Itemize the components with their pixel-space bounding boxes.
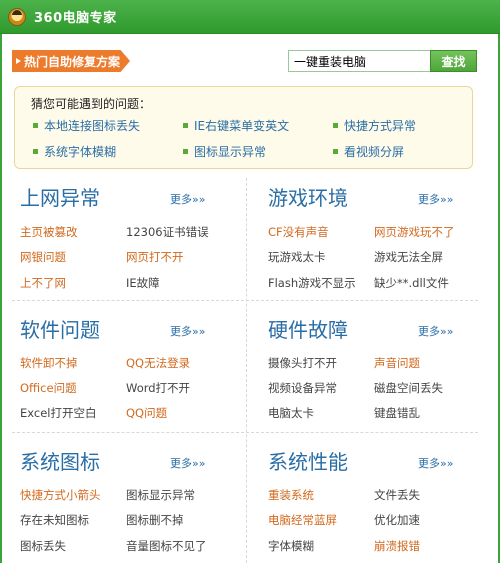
hot-solutions-banner: 热门自助修复方案 (12, 50, 130, 72)
problem-link[interactable]: 12306证书错误 (126, 224, 209, 240)
problem-link[interactable]: 重装系统 (268, 487, 314, 503)
problem-link[interactable]: 摄像头打不开 (268, 355, 337, 371)
more-link-icons[interactable]: 更多»» (170, 455, 205, 471)
problem-link[interactable]: 上不了网 (20, 275, 66, 291)
guess-item[interactable]: 快捷方式异常 (333, 117, 416, 134)
guess-item[interactable]: 本地连接图标丢失 (33, 117, 140, 134)
problem-link[interactable]: 网页打不开 (126, 249, 184, 265)
problem-link[interactable]: Excel打开空白 (20, 405, 96, 421)
bullet-icon (333, 149, 338, 154)
problem-link[interactable]: 文件丢失 (374, 487, 420, 503)
row-divider (12, 432, 478, 433)
category-title-software[interactable]: 软件问题 (20, 314, 100, 343)
problem-link[interactable]: 网银问题 (20, 249, 66, 265)
search-button[interactable]: 查找 (430, 50, 477, 72)
more-link-software[interactable]: 更多»» (170, 323, 205, 339)
problem-link[interactable]: QQ问题 (126, 405, 167, 421)
guess-item[interactable]: 系统字体模糊 (33, 143, 116, 160)
guess-item[interactable]: 图标显示异常 (183, 143, 266, 160)
bullet-icon (33, 123, 38, 128)
row-divider (12, 300, 478, 301)
more-link-games[interactable]: 更多»» (418, 191, 453, 207)
problem-link[interactable]: 视频设备异常 (268, 380, 337, 396)
problem-link[interactable]: 主页被篡改 (20, 224, 78, 240)
problem-link[interactable]: Flash游戏不显示 (268, 275, 356, 291)
problem-link[interactable]: 电脑经常蓝屏 (268, 512, 337, 528)
problem-link[interactable]: IE故障 (126, 275, 160, 291)
column-divider (246, 178, 247, 563)
category-title-games[interactable]: 游戏环境 (268, 182, 348, 211)
problem-link[interactable]: 软件卸不掉 (20, 355, 78, 371)
problem-link[interactable]: Word打不开 (126, 380, 190, 396)
title-bar: 360电脑专家 (0, 0, 500, 34)
category-title-icons[interactable]: 系统图标 (20, 446, 100, 475)
problem-link[interactable]: 声音问题 (374, 355, 420, 371)
problem-link[interactable]: 网页游戏玩不了 (374, 224, 455, 240)
app-logo-icon (8, 7, 26, 26)
bullet-icon (333, 123, 338, 128)
problem-link[interactable]: 图标显示异常 (126, 487, 195, 503)
problem-link[interactable]: 图标丢失 (20, 538, 66, 554)
bullet-icon (183, 123, 188, 128)
problem-link[interactable]: 存在未知图标 (20, 512, 89, 528)
guess-item[interactable]: IE右键菜单变英文 (183, 117, 289, 134)
problem-link[interactable]: 图标删不掉 (126, 512, 184, 528)
problem-link[interactable]: 电脑太卡 (268, 405, 314, 421)
problem-link[interactable]: 磁盘空间丢失 (374, 380, 443, 396)
guess-item[interactable]: 看视频分屏 (333, 143, 404, 160)
problem-link[interactable]: 崩溃报错 (374, 538, 420, 554)
problem-link[interactable]: 游戏无法全屏 (374, 249, 443, 265)
problem-link[interactable]: 音量图标不见了 (126, 538, 207, 554)
more-link-network[interactable]: 更多»» (170, 191, 205, 207)
problem-link[interactable]: 键盘错乱 (374, 405, 420, 421)
category-title-network[interactable]: 上网异常 (20, 182, 100, 211)
problem-link[interactable]: 优化加速 (374, 512, 420, 528)
problem-link[interactable]: 缺少**.dll文件 (374, 275, 449, 291)
guess-title: 猜您可能遇到的问题： (31, 97, 152, 111)
problem-link[interactable]: CF没有声音 (268, 224, 329, 240)
more-link-hardware[interactable]: 更多»» (418, 323, 453, 339)
problem-link[interactable]: Office问题 (20, 380, 77, 396)
bullet-icon (33, 149, 38, 154)
window-title: 360电脑专家 (34, 11, 117, 26)
problem-link[interactable]: 玩游戏太卡 (268, 249, 326, 265)
problem-link[interactable]: 字体模糊 (268, 538, 314, 554)
guess-problems-box: 猜您可能遇到的问题： 本地连接图标丢失 IE右键菜单变英文 快捷方式异常 系统字… (14, 86, 473, 169)
problem-link[interactable]: QQ无法登录 (126, 355, 190, 371)
bullet-icon (183, 149, 188, 154)
category-title-hardware[interactable]: 硬件故障 (268, 314, 348, 343)
problem-link[interactable]: 快捷方式小箭头 (20, 487, 101, 503)
more-link-performance[interactable]: 更多»» (418, 455, 453, 471)
category-title-performance[interactable]: 系统性能 (268, 446, 348, 475)
search-input[interactable] (288, 50, 431, 72)
